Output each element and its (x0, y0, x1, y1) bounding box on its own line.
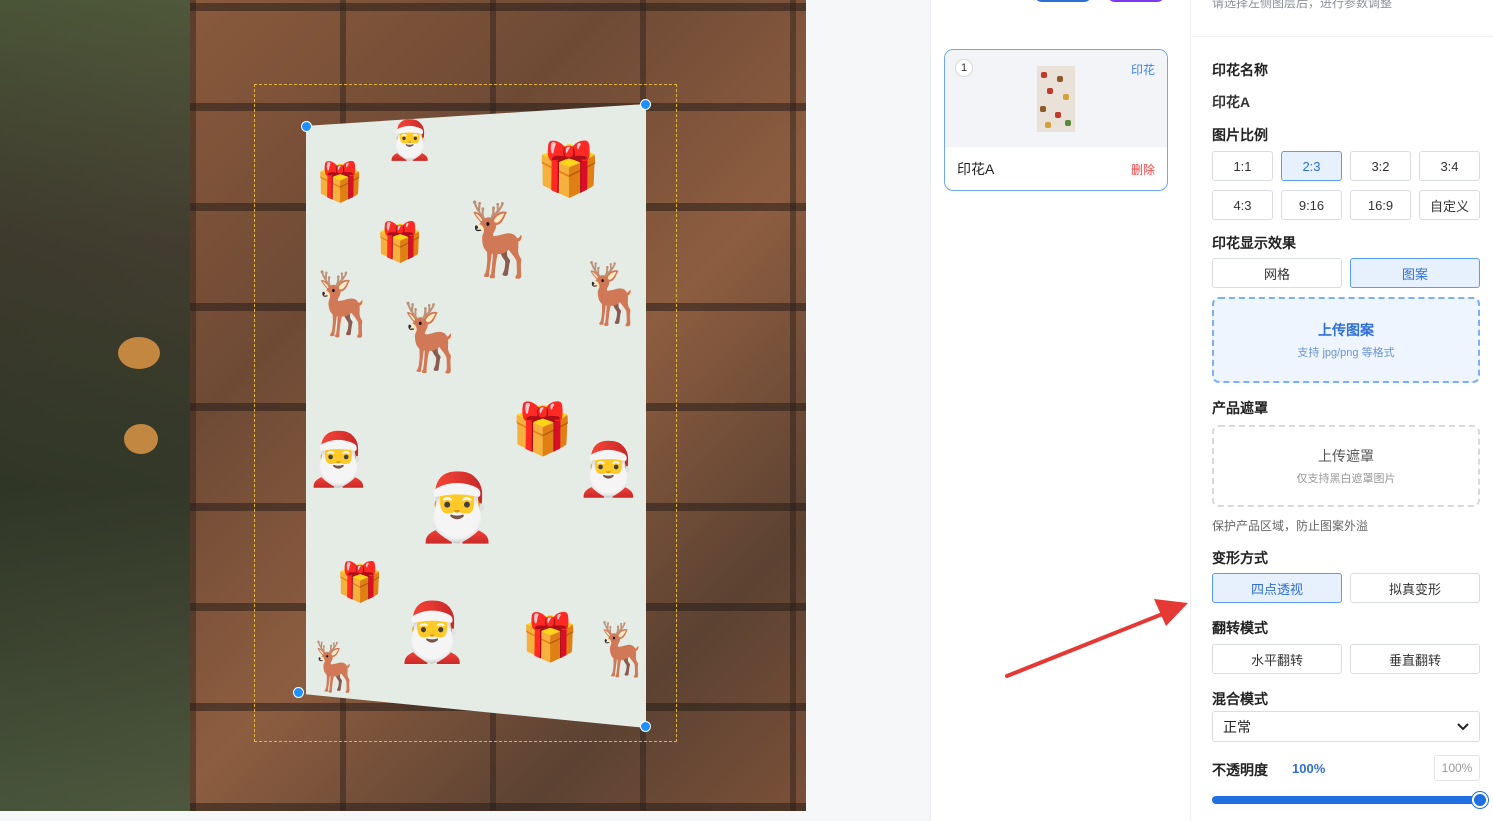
canvas-area: 🎅 🎁 🎁 🦌 🎁 🦌 🦌 🦌 🎁 🎅 🎅 🎅 🎁 🎅 🎁 🦌 🦌 (0, 0, 930, 821)
santa-motif: 🎅 (396, 600, 469, 665)
flip-vertical-button[interactable]: 垂直翻转 (1350, 644, 1480, 674)
ratio-option-3-2[interactable]: 3:2 (1350, 151, 1411, 181)
divider (1192, 36, 1493, 37)
opacity-label: 不透明度 (1212, 762, 1268, 778)
gift-motif: 🎁 (376, 222, 424, 264)
blend-mode-value: 正常 (1223, 718, 1251, 735)
corner-handle-bottom-left[interactable] (293, 687, 304, 698)
santa-motif: 🎅 (306, 431, 371, 489)
opacity-input[interactable]: 100% (1434, 755, 1480, 781)
bokeh-light (118, 337, 160, 369)
transform-options: 四点透视 拟真变形 (1212, 573, 1480, 603)
gift-motif: 🎁 (521, 611, 579, 663)
santa-motif: 🎅 (576, 441, 641, 499)
product-mask-label: 产品遮罩 (1212, 400, 1268, 416)
aspect-ratio-options: 1:1 2:3 3:2 3:4 4:3 9:16 16:9 自定义 (1212, 151, 1480, 220)
gift-motif: 🎁 (336, 562, 384, 604)
ratio-option-3-4[interactable]: 3:4 (1419, 151, 1480, 181)
display-grid-button[interactable]: 网格 (1212, 258, 1342, 288)
print-name-label: 印花名称 (1212, 62, 1268, 78)
layer-thumbnail (1037, 66, 1075, 132)
upload-pattern-dropzone[interactable]: 上传图案 支持 jpg/png 等格式 (1212, 297, 1480, 383)
gift-motif: 🎁 (536, 141, 601, 199)
corner-handle-bottom-right[interactable] (640, 721, 651, 732)
blend-mode-label: 混合模式 (1212, 691, 1268, 707)
print-pattern-layer[interactable]: 🎅 🎁 🎁 🦌 🎁 🦌 🦌 🦌 🎁 🎅 🎅 🎅 🎁 🎅 🎁 🦌 🦌 (306, 104, 646, 728)
chevron-down-icon (1457, 722, 1469, 730)
santa-motif: 🎅 (386, 120, 434, 162)
layer-index: 1 (955, 59, 973, 77)
santa-motif: 🎅 (416, 470, 499, 544)
ratio-option-16-9[interactable]: 16:9 (1350, 190, 1411, 220)
reindeer-motif: 🦌 (576, 260, 646, 327)
print-name-value: 印花A (1212, 94, 1251, 110)
settings-panel: 请选择左侧图层后，进行参数调整 印花名称 印花A 图片比例 1:1 2:3 3:… (1192, 0, 1493, 821)
upload-pattern-subtitle: 支持 jpg/png 等格式 (1297, 347, 1395, 359)
delete-layer-button[interactable]: 删除 (1131, 161, 1155, 178)
reindeer-motif: 🦌 (456, 200, 546, 280)
gift-motif: 🎁 (511, 401, 574, 457)
realistic-warp-button[interactable]: 拟真变形 (1350, 573, 1480, 603)
layer-thumbnail-area: 1 印花 (945, 50, 1167, 147)
ratio-option-custom[interactable]: 自定义 (1419, 190, 1480, 220)
layer-type-tag: 印花 (1130, 63, 1155, 77)
photo-background-foliage (0, 0, 200, 811)
opacity-slider-handle[interactable] (1472, 792, 1488, 808)
opacity-slider[interactable] (1212, 792, 1488, 808)
corner-handle-top-right[interactable] (640, 99, 651, 110)
corner-handle-top-left[interactable] (301, 121, 312, 132)
transform-label: 变形方式 (1212, 550, 1268, 566)
layers-panel: 1 印花 印花A 删除 (930, 0, 1191, 821)
toolbar-button[interactable] (1107, 0, 1165, 2)
layer-name: 印花A (957, 161, 995, 177)
display-effect-options: 网格 图案 (1212, 258, 1480, 288)
opacity-readout: 100% (1292, 761, 1326, 776)
reindeer-motif: 🦌 (591, 621, 646, 679)
upload-mask-dropzone[interactable]: 上传遮罩 仅支持黑白遮罩图片 (1212, 425, 1480, 507)
ratio-option-2-3[interactable]: 2:3 (1281, 151, 1342, 181)
blend-mode-select[interactable]: 正常 (1212, 711, 1480, 742)
ratio-option-9-16[interactable]: 9:16 (1281, 190, 1342, 220)
layer-card[interactable]: 1 印花 印花A 删除 (944, 49, 1168, 191)
display-pattern-button[interactable]: 图案 (1350, 258, 1480, 288)
upload-mask-subtitle: 仅支持黑白遮罩图片 (1296, 473, 1396, 485)
display-effect-label: 印花显示效果 (1212, 235, 1296, 251)
ratio-option-4-3[interactable]: 4:3 (1212, 190, 1273, 220)
reindeer-motif: 🦌 (306, 270, 384, 339)
mockup-photo: 🎅 🎁 🎁 🦌 🎁 🦌 🦌 🦌 🎁 🎅 🎅 🎅 🎁 🎅 🎁 🦌 🦌 (0, 0, 806, 811)
gift-motif: 🎁 (316, 162, 364, 204)
bokeh-light (124, 424, 158, 454)
reindeer-motif: 🦌 (391, 300, 474, 374)
aspect-ratio-label: 图片比例 (1212, 127, 1268, 143)
toolbar-button[interactable] (1034, 0, 1092, 2)
panel-hint: 请选择左侧图层后，进行参数调整 (1212, 0, 1393, 10)
flip-horizontal-button[interactable]: 水平翻转 (1212, 644, 1342, 674)
reindeer-motif: 🦌 (306, 641, 366, 694)
ratio-option-1-1[interactable]: 1:1 (1212, 151, 1273, 181)
upload-pattern-title: 上传图案 (1318, 322, 1374, 338)
flip-mode-label: 翻转模式 (1212, 620, 1268, 636)
opacity-slider-fill (1212, 796, 1480, 804)
four-point-perspective-button[interactable]: 四点透视 (1212, 573, 1342, 603)
flip-options: 水平翻转 垂直翻转 (1212, 644, 1480, 674)
mask-note: 保护产品区域，防止图案外溢 (1212, 519, 1369, 533)
upload-mask-title: 上传遮罩 (1318, 448, 1374, 464)
